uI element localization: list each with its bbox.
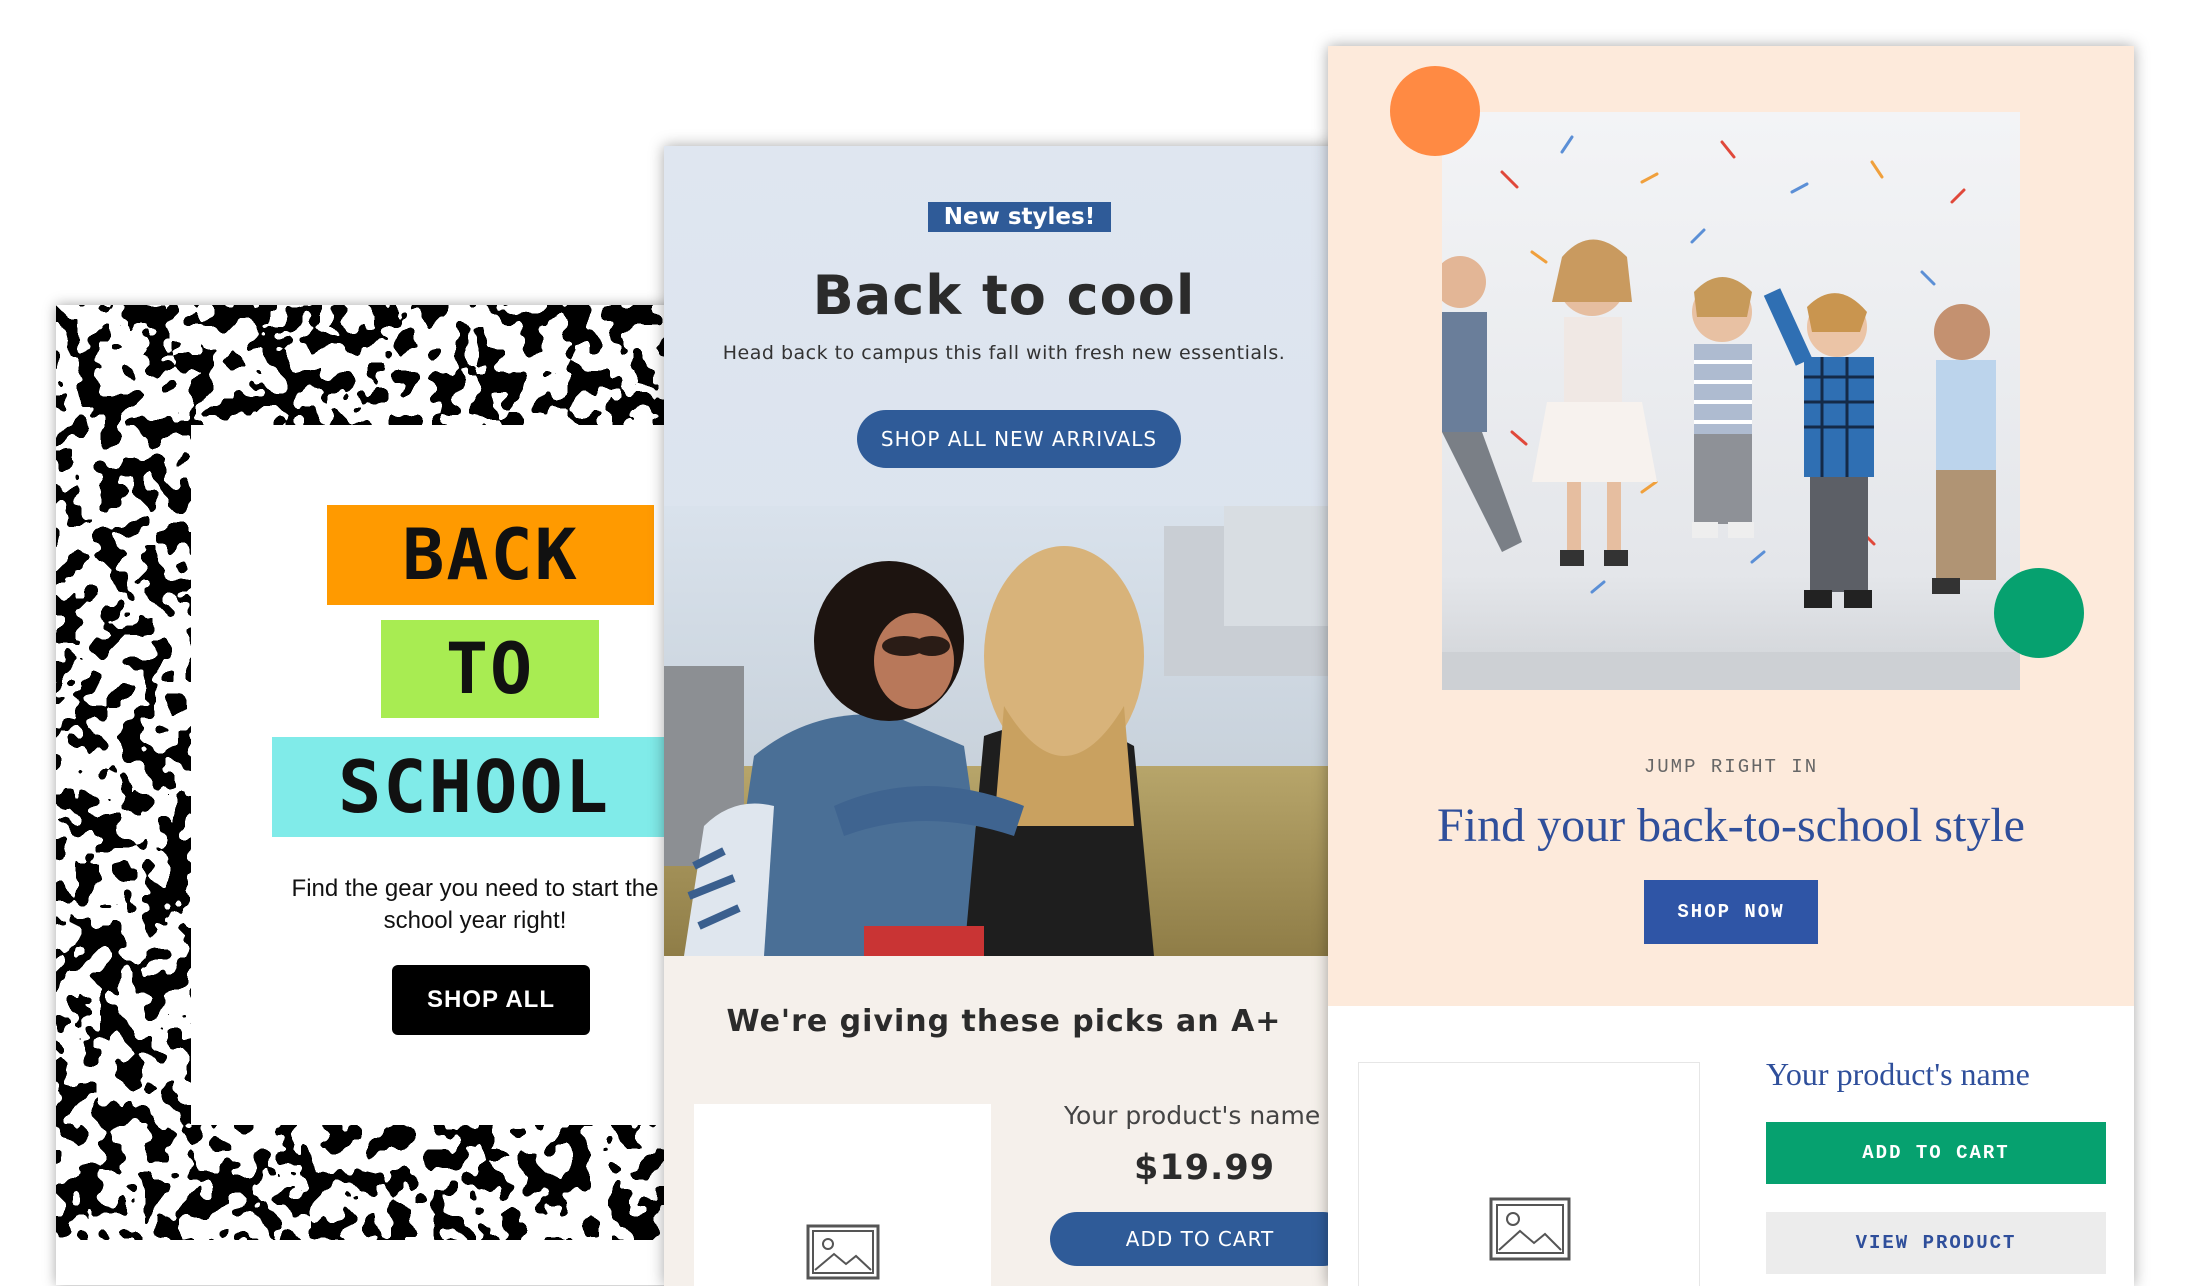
decorative-green-dot xyxy=(1994,568,2084,658)
product-name: Your product's name xyxy=(1064,1101,1321,1130)
headline: Find your back-to-school style xyxy=(1437,799,2025,852)
kids-jumping-photo xyxy=(1442,112,2020,690)
email-template-back-to-school[interactable]: BACK TO SCHOOL Find the gear you need to… xyxy=(56,305,676,1285)
product-image-placeholder xyxy=(694,1104,991,1286)
school-subtext: Find the gear you need to start the scho… xyxy=(291,875,659,934)
email-template-jump-right-in[interactable]: JUMP RIGHT IN Find your back-to-school s… xyxy=(1328,46,2134,1286)
shop-all-button[interactable]: SHOP ALL xyxy=(392,965,590,1035)
hero-subtext: Head back to campus this fall with fresh… xyxy=(722,342,1286,364)
kicker-text: JUMP RIGHT IN xyxy=(1643,756,1819,778)
title-to: TO xyxy=(381,620,599,718)
section-title: We're giving these picks an A+ xyxy=(726,1004,1282,1039)
new-styles-badge: New styles! xyxy=(928,202,1111,232)
add-to-cart-button[interactable]: ADD TO CART xyxy=(1050,1212,1344,1266)
image-placeholder-icon xyxy=(1489,1197,1571,1261)
friends-hugging-photo xyxy=(664,506,1344,956)
product-image-placeholder xyxy=(1358,1062,1700,1286)
product-price: $19.99 xyxy=(1134,1148,1276,1188)
shop-now-button[interactable]: SHOP NOW xyxy=(1644,880,1818,944)
shop-all-new-arrivals-button[interactable]: SHOP ALL NEW ARRIVALS xyxy=(857,410,1181,468)
view-product-button[interactable]: VIEW PRODUCT xyxy=(1766,1212,2106,1274)
title-school: SCHOOL xyxy=(272,737,676,837)
image-placeholder-icon xyxy=(806,1224,880,1280)
email-template-back-to-cool[interactable]: New styles! Back to cool Head back to ca… xyxy=(664,146,1344,1286)
headline: Back to cool xyxy=(812,264,1196,327)
title-back: BACK xyxy=(327,505,654,605)
decorative-orange-dot xyxy=(1390,66,1480,156)
product-name: Your product's name xyxy=(1766,1056,2030,1092)
card-footer-strip xyxy=(56,1240,676,1285)
add-to-cart-button[interactable]: ADD TO CART xyxy=(1766,1122,2106,1184)
